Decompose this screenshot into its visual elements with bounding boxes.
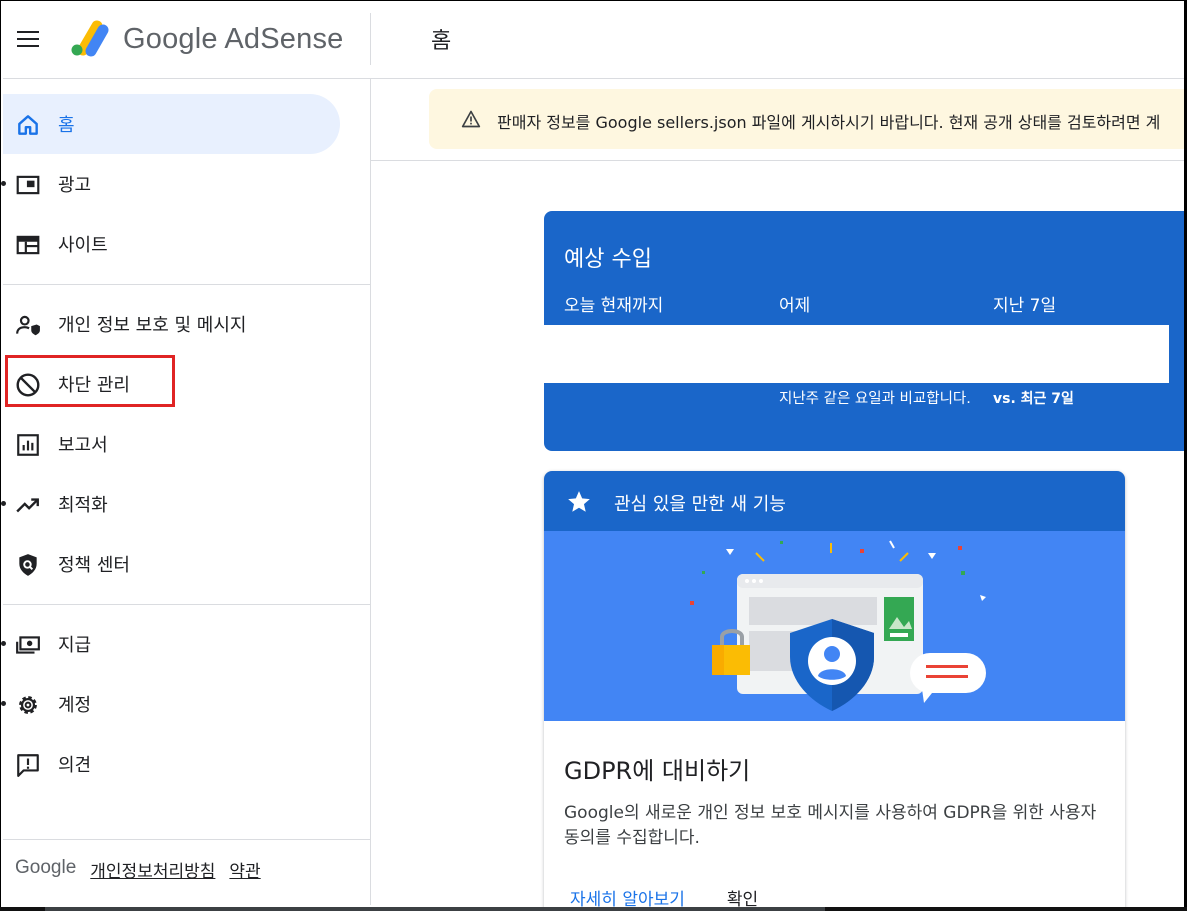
window-frame [0,0,1185,909]
taskbar-strip [45,907,825,911]
